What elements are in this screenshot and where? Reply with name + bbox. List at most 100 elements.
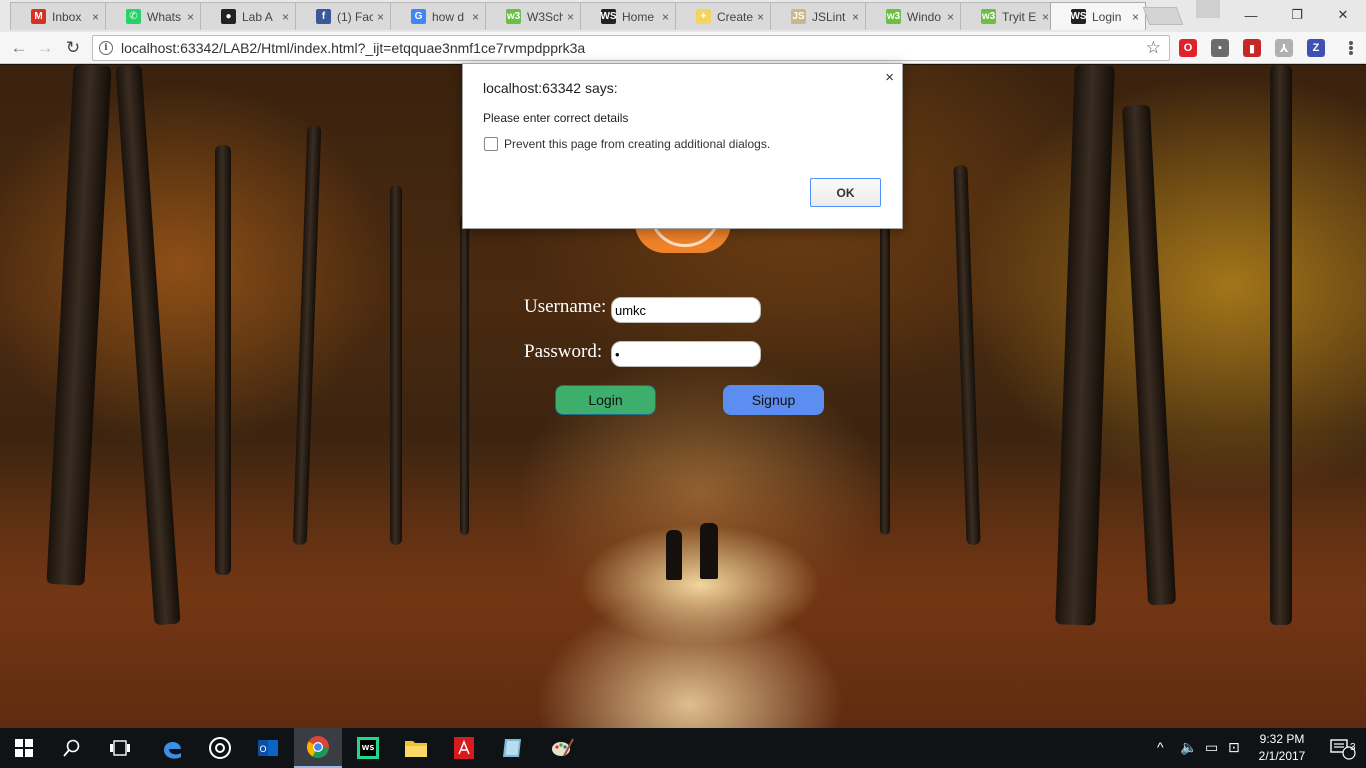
z-icon[interactable]: Z	[1307, 39, 1325, 57]
prevent-dialogs-label[interactable]: Prevent this page from creating addition…	[504, 137, 770, 151]
search-button[interactable]	[48, 728, 96, 768]
new-tab-button[interactable]	[1142, 7, 1184, 25]
tab-close-icon[interactable]: ×	[1132, 10, 1139, 24]
facebook-icon: f	[316, 9, 331, 24]
google-icon: G	[411, 9, 426, 24]
tab-close-icon[interactable]: ×	[947, 10, 954, 24]
tab-title: Create	[717, 9, 753, 24]
browser-tab[interactable]: M Inbox ×	[10, 2, 106, 30]
browser-tab[interactable]: ● Lab A ×	[200, 2, 296, 30]
tab-close-icon[interactable]: ×	[852, 10, 859, 24]
tab-strip: M Inbox × ✆ Whats × ● Lab A × f (1) Fac × Ghow d × w3 W…	[0, 0, 1366, 32]
notification-count-badge: 3	[1350, 742, 1356, 753]
battery-icon[interactable]: ▭	[1205, 739, 1218, 756]
volume-icon[interactable]: 🔈	[1180, 739, 1197, 756]
paint-icon	[552, 738, 574, 757]
tab-title: Whats	[147, 9, 182, 24]
password-input[interactable]: •	[611, 341, 761, 367]
folder-icon	[405, 741, 427, 757]
action-center-button[interactable]: 3	[1318, 728, 1366, 768]
taskbar-file-explorer[interactable]	[392, 728, 440, 768]
taskbar-notebook[interactable]	[488, 728, 536, 768]
opera-icon[interactable]: O	[1179, 39, 1197, 57]
network-icon[interactable]: ⊡	[1228, 739, 1240, 756]
tab-close-icon[interactable]: ×	[757, 10, 764, 24]
taskbar-clock[interactable]: 9:32 PM 2/1/2017	[1250, 731, 1314, 765]
pdf-icon[interactable]: ⅄	[1275, 39, 1293, 57]
browser-tab[interactable]: w3 Tryit E ×	[960, 2, 1056, 30]
window-controls: — ❐ ✕	[1228, 0, 1366, 30]
taskbar-edge[interactable]	[148, 728, 196, 768]
taskbar-webstorm[interactable]: WS	[344, 728, 392, 768]
tab-close-icon[interactable]: ×	[567, 10, 574, 24]
tab-close-icon[interactable]: ×	[187, 10, 194, 24]
dialog-close-icon[interactable]: ×	[885, 69, 894, 86]
tab-close-icon[interactable]: ×	[472, 10, 479, 24]
groove-music-icon	[209, 737, 231, 759]
browser-tab[interactable]: w3 W3Sch ×	[485, 2, 581, 30]
tab-close-icon[interactable]: ×	[92, 10, 99, 24]
forward-button[interactable]: →	[34, 37, 56, 59]
taskbar-acrobat[interactable]	[440, 728, 488, 768]
w3schools-icon: w3	[886, 9, 901, 24]
browser-tab[interactable]: WS Home ×	[580, 2, 676, 30]
notebook-icon	[503, 739, 521, 757]
reload-button[interactable]: ↻	[62, 37, 84, 59]
task-view-icon	[110, 740, 130, 756]
browser-tab[interactable]: WS Login ×	[1050, 2, 1146, 30]
tab-close-icon[interactable]: ×	[282, 10, 289, 24]
tab-title: JSLint	[812, 9, 846, 24]
back-button[interactable]: ←	[8, 37, 30, 59]
prevent-dialogs-checkbox[interactable]	[484, 137, 498, 151]
tab-close-icon[interactable]: ×	[1042, 10, 1049, 24]
tab-title: Home	[622, 9, 655, 24]
tab-title: Lab A	[242, 9, 273, 24]
clock-date: 2/1/2017	[1258, 749, 1306, 763]
login-button[interactable]: Login	[555, 385, 656, 415]
password-label: Password:	[524, 341, 603, 362]
username-input[interactable]: umkc	[611, 297, 761, 323]
browser-tab[interactable]: f (1) Fac ×	[295, 2, 391, 30]
start-button[interactable]	[0, 728, 48, 768]
clock-time: 9:32 PM	[1259, 732, 1305, 746]
show-hidden-icons-button[interactable]: ^	[1157, 739, 1164, 755]
edge-icon	[164, 741, 181, 759]
browser-menu-button[interactable]	[1342, 39, 1360, 57]
signup-button[interactable]: Signup	[723, 385, 824, 415]
github-icon: ●	[221, 9, 236, 24]
tab-close-icon[interactable]: ×	[662, 10, 669, 24]
taskbar-paint[interactable]	[538, 728, 586, 768]
gmail-icon: M	[31, 9, 46, 24]
browser-tab[interactable]: ✦ Create ×	[675, 2, 771, 30]
address-bar[interactable]: i localhost:63342/LAB2/Html/index.html?_…	[92, 35, 1170, 61]
acrobat-icon	[454, 737, 474, 759]
minimize-button[interactable]: —	[1228, 0, 1274, 30]
tab-title: Tryit E	[1002, 9, 1037, 24]
browser-tab[interactable]: Ghow d ×	[390, 2, 486, 30]
dialog-message: Please enter correct details	[483, 111, 629, 125]
browser-tab[interactable]: w3 Windo ×	[865, 2, 961, 30]
maximize-button[interactable]: ❐	[1274, 0, 1320, 30]
webstorm-icon: WS	[600, 9, 617, 24]
extension-gray-icon[interactable]: ▪	[1211, 39, 1229, 57]
dialog-ok-button[interactable]: OK	[810, 178, 881, 207]
browser-tab[interactable]: JS JSLint ×	[770, 2, 866, 30]
close-window-button[interactable]: ✕	[1320, 0, 1366, 30]
browser-tab[interactable]: ✆ Whats ×	[105, 2, 201, 30]
svg-text:O: O	[259, 745, 266, 755]
taskbar-chrome[interactable]	[294, 728, 342, 768]
profile-icon[interactable]	[1196, 0, 1220, 18]
bookmark-star-icon[interactable]: ☆	[1146, 38, 1161, 58]
book-red-icon[interactable]: ▮	[1243, 39, 1261, 57]
info-icon[interactable]: i	[99, 41, 113, 55]
tab-close-icon[interactable]: ×	[377, 10, 384, 24]
tab-title: how d	[432, 9, 465, 24]
url-text[interactable]: localhost:63342/LAB2/Html/index.html?_ij…	[121, 40, 1146, 56]
task-view-button[interactable]	[96, 728, 144, 768]
lightbulb-icon: ✦	[696, 9, 711, 24]
whatsapp-icon: ✆	[126, 9, 141, 24]
svg-text:WS: WS	[362, 744, 375, 752]
outlook-icon: O	[258, 740, 278, 756]
taskbar-outlook[interactable]: O	[244, 728, 292, 768]
taskbar-groove[interactable]	[196, 728, 244, 768]
